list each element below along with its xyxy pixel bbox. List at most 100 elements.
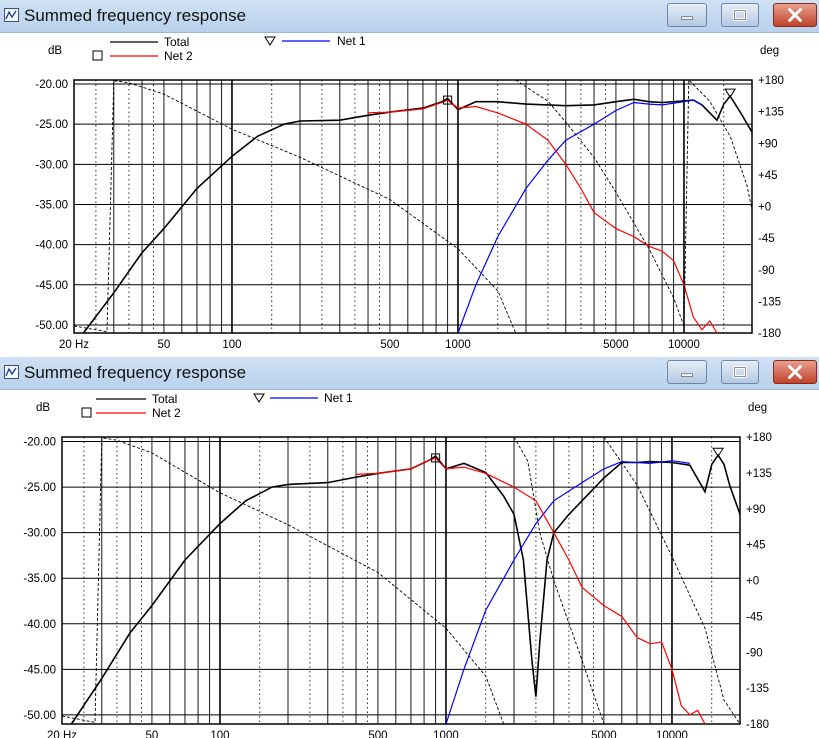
- y-left-tick: -40.00: [35, 240, 68, 252]
- legend-net2-label: Net 2: [152, 406, 181, 420]
- series-net2: [367, 99, 718, 334]
- phase-curve: [61, 437, 505, 725]
- maximize-button[interactable]: [721, 360, 759, 384]
- maximize-icon: [733, 9, 747, 21]
- x-tick: 1000: [445, 339, 471, 351]
- frequency-response-window-1: Summed frequency response dB deg Total N…: [0, 0, 819, 356]
- y-right-tick: +0: [758, 202, 771, 214]
- x-tick: 1000: [433, 730, 459, 738]
- legend-net2-label: Net 2: [164, 49, 193, 63]
- y-left-tick: -40.00: [23, 619, 56, 631]
- y-left-tick: -45.00: [23, 664, 56, 676]
- legend: Total Net 2 Net 1: [92, 34, 366, 63]
- y-left-ticks: -20.00 -25.00 -30.00 -35.00 -40.00 -45.0…: [23, 437, 56, 722]
- phase-curve: [73, 80, 517, 334]
- close-button[interactable]: [773, 360, 817, 384]
- plot-frame: [73, 79, 753, 334]
- y-right-tick: +135: [758, 107, 784, 119]
- y-left-tick: -20.00: [23, 437, 56, 449]
- close-button[interactable]: [773, 3, 817, 27]
- x-tick: 50: [158, 339, 171, 351]
- chart-area: dB deg Total Net 2 Net 1 -20.00 -25.00 -…: [35, 34, 784, 351]
- title-bar[interactable]: Summed frequency response: [0, 0, 819, 33]
- x-tick: 100: [222, 339, 241, 351]
- y-left-tick: -45.00: [35, 280, 68, 292]
- y-left-tick: -35.00: [35, 199, 68, 211]
- x-tick: 500: [380, 339, 399, 351]
- minimize-icon: [681, 16, 693, 20]
- legend-total-label: Total: [152, 392, 177, 406]
- triangle-marker-icon: [264, 36, 276, 46]
- y-left-tick: -50.00: [35, 320, 68, 332]
- frequency-response-window-2: Summed frequency response dB deg Total N…: [0, 357, 819, 738]
- y-right-tick: +45: [758, 170, 778, 182]
- y-right-tick: +180: [758, 75, 784, 87]
- y-left-tick: -30.00: [35, 159, 68, 171]
- right-unit-label: deg: [748, 402, 767, 414]
- y-right-tick: +90: [758, 138, 778, 150]
- y-right-tick: -90: [746, 647, 763, 659]
- y-left-ticks: -20.00 -25.00 -30.00 -35.00 -40.00 -45.0…: [35, 79, 68, 332]
- x-ticks: 20 Hz 50 100 500 1000 5000 10000: [47, 730, 688, 738]
- y-right-tick: +0: [746, 576, 759, 588]
- y-left-tick: -35.00: [23, 573, 56, 585]
- y-right-ticks: +180 +135 +90 +45 +0 -45 -90 -135 -180: [758, 75, 784, 340]
- y-left-tick: -20.00: [35, 79, 68, 91]
- grid: [61, 437, 741, 724]
- y-right-tick: -180: [746, 719, 769, 731]
- maximize-icon: [733, 366, 747, 378]
- y-right-tick: +45: [746, 540, 766, 552]
- x-tick: 20 Hz: [47, 730, 77, 738]
- x-ticks: 20 Hz 50 100 500 1000 5000 10000: [59, 339, 700, 351]
- legend-total-label: Total: [164, 35, 189, 49]
- triangle-marker-icon: [253, 393, 265, 403]
- chart-app-icon[interactable]: [4, 365, 19, 379]
- square-marker-icon: [81, 407, 92, 418]
- grid: [73, 80, 753, 333]
- series: [73, 78, 753, 334]
- plot-frame: [61, 436, 741, 725]
- y-right-tick: -180: [758, 328, 781, 340]
- left-unit-label: dB: [36, 402, 50, 414]
- y-left-tick: -25.00: [23, 482, 56, 494]
- legend: Total Net 2 Net 1: [81, 391, 353, 420]
- x-tick: 500: [368, 730, 387, 738]
- series: [61, 436, 741, 725]
- y-left-tick: -50.00: [23, 710, 56, 722]
- chart-area: dB deg Total Net 2 Net 1 -20.00 -25.00 -…: [23, 391, 772, 738]
- y-right-tick: +90: [746, 504, 766, 516]
- minimize-icon: [681, 373, 693, 377]
- y-right-tick: -135: [746, 683, 769, 695]
- y-right-tick: +135: [746, 468, 772, 480]
- y-left-tick: -30.00: [23, 528, 56, 540]
- series-net1: [445, 460, 690, 725]
- series-total: [70, 453, 741, 725]
- y-right-ticks: +180 +135 +90 +45 +0 -45 -90 -135 -180: [746, 432, 772, 731]
- right-unit-label: deg: [760, 45, 779, 57]
- title-bar[interactable]: Summed frequency response: [0, 357, 819, 390]
- series-total: [82, 94, 753, 334]
- y-right-tick: -45: [758, 233, 775, 245]
- series-net2: [355, 457, 706, 725]
- y-left-tick: -25.00: [35, 119, 68, 131]
- x-tick: 10000: [656, 730, 688, 738]
- x-tick: 5000: [603, 339, 629, 351]
- maximize-button[interactable]: [721, 3, 759, 27]
- series-net1: [457, 99, 703, 334]
- legend-net1-label: Net 1: [324, 391, 353, 405]
- window-title: Summed frequency response: [24, 6, 247, 25]
- y-right-tick: -45: [746, 611, 763, 623]
- square-marker-icon: [92, 50, 103, 61]
- left-unit-label: dB: [48, 45, 62, 57]
- legend-net1-label: Net 1: [337, 34, 366, 48]
- y-right-tick: -90: [758, 265, 775, 277]
- minimize-button[interactable]: [667, 3, 707, 27]
- y-right-tick: +180: [746, 432, 772, 444]
- y-right-tick: -135: [758, 296, 781, 308]
- x-tick: 5000: [591, 730, 617, 738]
- close-icon: [788, 8, 802, 22]
- chart-app-icon[interactable]: [4, 8, 19, 22]
- minimize-button[interactable]: [667, 360, 707, 384]
- x-tick: 100: [210, 730, 229, 738]
- window-title: Summed frequency response: [24, 363, 247, 382]
